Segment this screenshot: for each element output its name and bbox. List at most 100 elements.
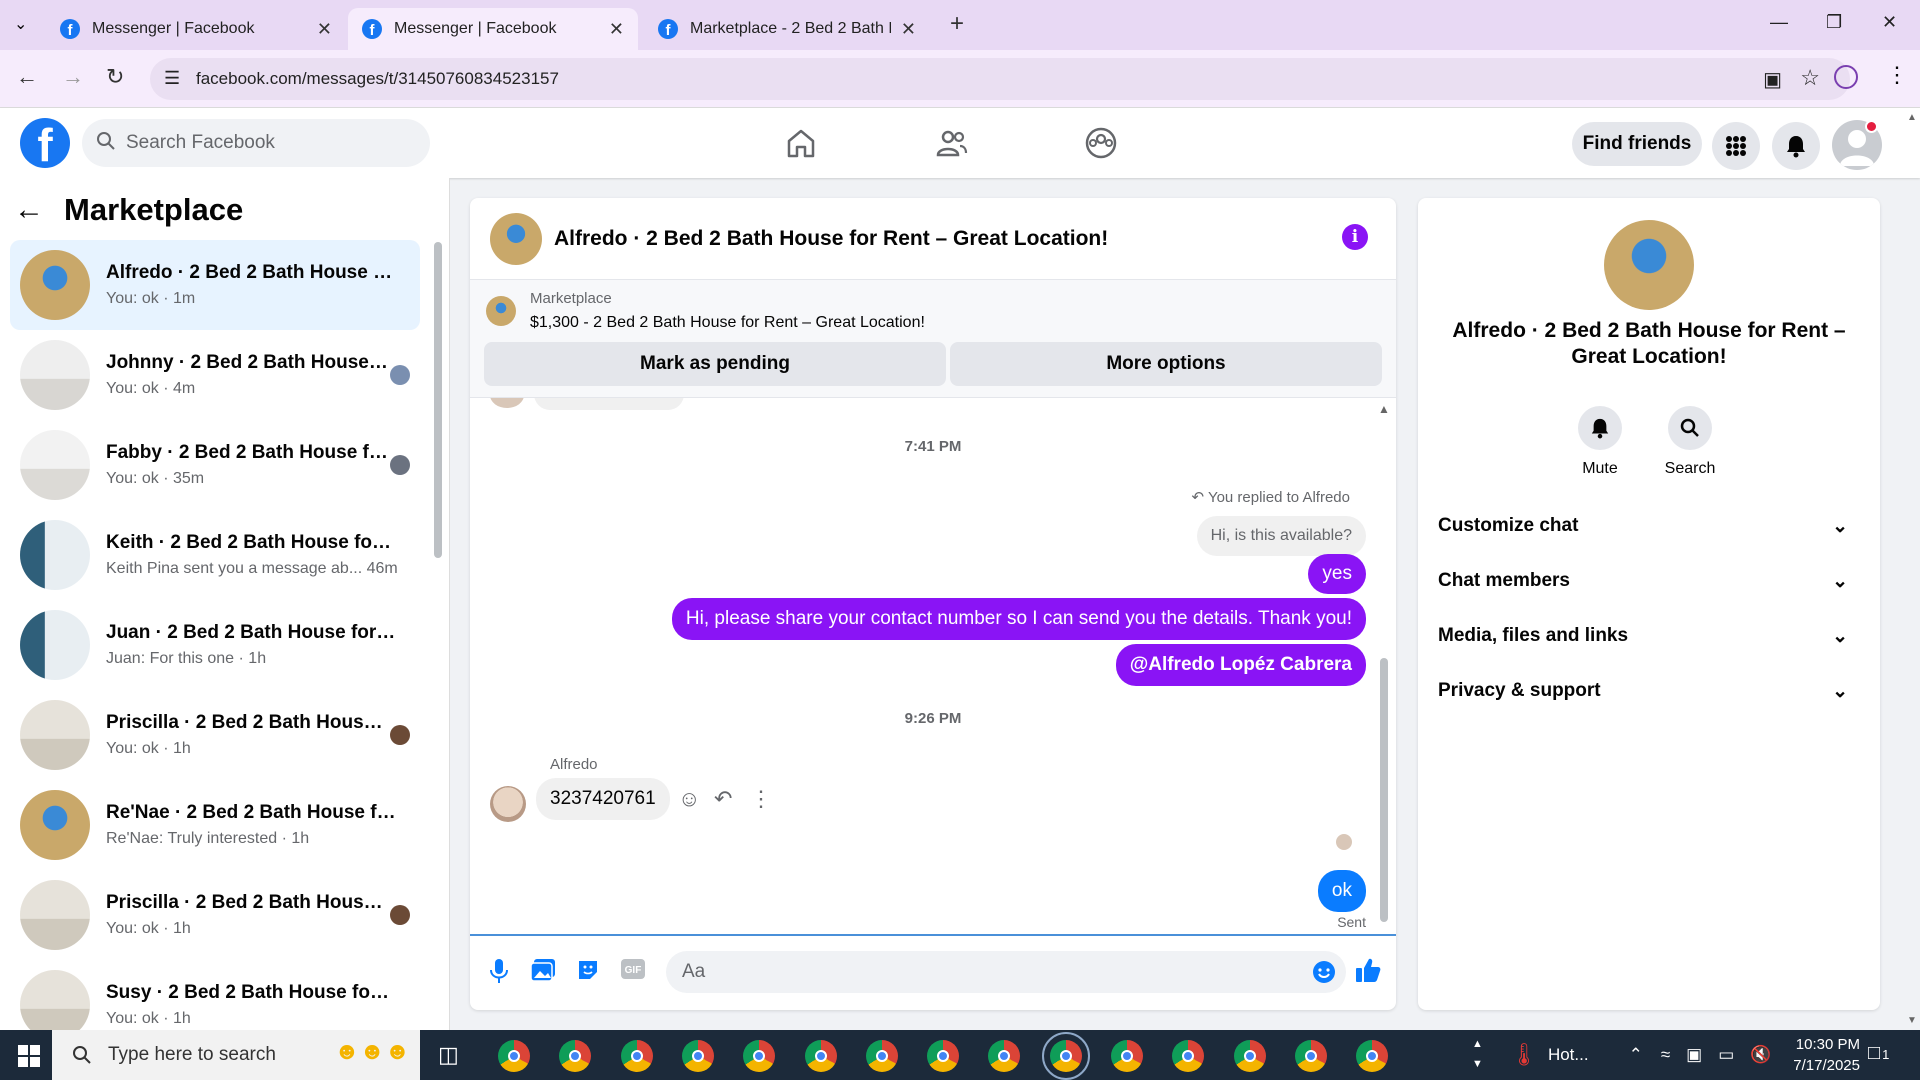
- tab-list-dropdown[interactable]: ⌄: [14, 14, 27, 34]
- privacy-support-row[interactable]: Privacy & support ⌄: [1438, 671, 1868, 711]
- reply-icon[interactable]: ↶: [714, 786, 732, 812]
- back-icon[interactable]: ←: [16, 64, 38, 90]
- more-options-button[interactable]: More options: [950, 342, 1382, 386]
- customize-chat-row[interactable]: Customize chat ⌄: [1438, 506, 1868, 546]
- chat-avatar[interactable]: [490, 212, 542, 265]
- page-scrollbar[interactable]: ▲ ▼: [1904, 108, 1920, 1030]
- profile-icon[interactable]: [1834, 65, 1858, 89]
- task-view-icon[interactable]: ◫: [438, 1042, 459, 1068]
- message-bubble-outgoing[interactable]: ok: [1317, 870, 1366, 912]
- conversation-item[interactable]: Re'Nae · 2 Bed 2 Bath House for ... Re'Na…: [10, 780, 420, 870]
- browser-tab-3[interactable]: f Marketplace - 2 Bed 2 Bath Hou ✕: [644, 8, 930, 50]
- restore-icon[interactable]: ❐: [1826, 12, 1842, 33]
- search-in-chat-button[interactable]: Search: [1650, 406, 1730, 478]
- info-icon[interactable]: i: [1342, 224, 1368, 250]
- chrome-taskbar-icon[interactable]: [1233, 1040, 1266, 1072]
- system-clock[interactable]: 10:30 PM 7/17/2025: [1760, 1034, 1860, 1076]
- composer-placeholder: Aa: [682, 961, 706, 982]
- browser-tab-1[interactable]: f Messenger | Facebook ✕: [46, 8, 346, 50]
- listing-avatar[interactable]: [1604, 220, 1694, 310]
- minimize-icon[interactable]: —: [1770, 12, 1788, 33]
- browser-tab-2[interactable]: f Messenger | Facebook ✕: [348, 8, 638, 50]
- groups-icon[interactable]: [1084, 126, 1118, 160]
- close-tab-icon[interactable]: ✕: [609, 19, 624, 40]
- thumbs-up-icon[interactable]: [1354, 956, 1382, 984]
- url-field[interactable]: ☰ facebook.com/messages/t/31450760834523…: [150, 58, 1850, 100]
- chrome-taskbar-icon[interactable]: [865, 1040, 898, 1072]
- taskbar-search-input[interactable]: Type here to search ☻☻☻: [52, 1030, 420, 1080]
- sidebar-scrollbar[interactable]: [434, 242, 442, 558]
- close-tab-icon[interactable]: ✕: [317, 19, 332, 40]
- reload-icon[interactable]: ↻: [106, 64, 124, 90]
- back-arrow-icon[interactable]: ←: [14, 193, 44, 227]
- weather-icon[interactable]: 🌡: [1510, 1042, 1538, 1068]
- gif-icon[interactable]: GIF: [620, 958, 646, 980]
- browser-menu-icon[interactable]: ⋮: [1886, 62, 1908, 88]
- tray-chevron-up-icon[interactable]: ⌃: [1629, 1045, 1643, 1065]
- chrome-taskbar-icon[interactable]: [927, 1040, 960, 1072]
- microphone-icon[interactable]: [488, 958, 510, 984]
- mute-button[interactable]: Mute: [1560, 406, 1640, 478]
- conversation-item[interactable]: Priscilla · 2 Bed 2 Bath House ... You: o…: [10, 690, 420, 780]
- close-window-icon[interactable]: ✕: [1882, 12, 1897, 33]
- chrome-taskbar-icon[interactable]: [988, 1040, 1021, 1072]
- photo-icon[interactable]: [530, 958, 556, 982]
- site-info-icon[interactable]: ☰: [164, 68, 180, 89]
- quoted-message[interactable]: Hi, is this available?: [1196, 516, 1366, 556]
- conversation-item[interactable]: Johnny · 2 Bed 2 Bath House f... You: ok …: [10, 330, 420, 420]
- chrome-taskbar-icon[interactable]: [1041, 1032, 1090, 1080]
- conversation-item[interactable]: Keith · 2 Bed 2 Bath House for R... Keith…: [10, 510, 420, 600]
- bookmark-star-icon[interactable]: ☆: [1800, 65, 1820, 91]
- close-tab-icon[interactable]: ✕: [901, 19, 916, 40]
- react-icon[interactable]: ☺: [678, 786, 700, 812]
- chat-members-row[interactable]: Chat members ⌄: [1438, 561, 1868, 601]
- mark-as-pending-button[interactable]: Mark as pending: [484, 342, 946, 386]
- forward-icon[interactable]: →: [62, 64, 84, 90]
- more-actions-icon[interactable]: ⋮: [750, 786, 772, 812]
- menu-grid-button[interactable]: [1712, 122, 1760, 170]
- weather-text[interactable]: Hot...: [1548, 1045, 1589, 1065]
- chrome-taskbar-icon[interactable]: [559, 1040, 592, 1072]
- wifi-icon[interactable]: ≈: [1661, 1045, 1670, 1065]
- conversation-item[interactable]: Fabby · 2 Bed 2 Bath House fo... You: ok …: [10, 420, 420, 510]
- home-icon[interactable]: [784, 126, 818, 160]
- conversation-item[interactable]: Juan · 2 Bed 2 Bath House for R... Juan: …: [10, 600, 420, 690]
- conversation-item[interactable]: Alfredo · 2 Bed 2 Bath House for... You: …: [10, 240, 420, 330]
- taskbar-scroll-arrows[interactable]: ▲ ▼: [1472, 1034, 1483, 1074]
- chrome-taskbar-icon[interactable]: [498, 1040, 530, 1072]
- emoji-icon[interactable]: [1312, 960, 1336, 984]
- chat-scrollbar[interactable]: [1380, 658, 1388, 922]
- message-bubble-outgoing[interactable]: Hi, please share your contact number so …: [671, 598, 1366, 640]
- chrome-taskbar-icon[interactable]: [743, 1040, 776, 1072]
- find-friends-button[interactable]: Find friends: [1572, 122, 1702, 166]
- facebook-logo[interactable]: f: [20, 118, 70, 168]
- install-app-icon[interactable]: ▣: [1763, 67, 1782, 92]
- sender-avatar[interactable]: [490, 786, 526, 822]
- facebook-search-input[interactable]: Search Facebook: [82, 119, 430, 167]
- sticker-icon[interactable]: [576, 958, 600, 982]
- conversation-item[interactable]: Priscilla · 2 Bed 2 Bath House ... You: o…: [10, 870, 420, 960]
- new-tab-button[interactable]: +: [950, 10, 964, 38]
- windows-start-icon[interactable]: [18, 1045, 40, 1067]
- message-bubble-incoming[interactable]: 3237420761: [536, 778, 670, 820]
- meet-now-icon[interactable]: ▣: [1686, 1045, 1702, 1065]
- chrome-taskbar-icon[interactable]: [1172, 1040, 1205, 1072]
- chrome-taskbar-icon[interactable]: [1294, 1040, 1327, 1072]
- notifications-center-icon[interactable]: □ 1: [1868, 1042, 1889, 1065]
- battery-icon[interactable]: ▭: [1718, 1045, 1734, 1065]
- chrome-taskbar-icon[interactable]: [620, 1040, 653, 1072]
- chrome-taskbar-icon[interactable]: [1356, 1040, 1389, 1072]
- chrome-taskbar-icon[interactable]: [804, 1040, 837, 1072]
- message-bubble-outgoing[interactable]: yes: [1308, 554, 1366, 594]
- media-files-links-row[interactable]: Media, files and links ⌄: [1438, 616, 1868, 656]
- chrome-taskbar-icon[interactable]: [681, 1040, 714, 1072]
- notifications-button[interactable]: [1772, 122, 1820, 170]
- chat-title[interactable]: Alfredo · 2 Bed 2 Bath House for Rent – …: [554, 227, 1108, 251]
- listing-description[interactable]: $1,300 - 2 Bed 2 Bath House for Rent – G…: [530, 314, 925, 332]
- scroll-up-arrow[interactable]: ▲: [1378, 402, 1390, 416]
- friends-icon[interactable]: [934, 126, 968, 160]
- chrome-taskbar-icon[interactable]: [1111, 1040, 1143, 1072]
- message-input[interactable]: Aa: [666, 951, 1346, 993]
- mention-bubble-outgoing[interactable]: @Alfredo Lopéz Cabrera: [1115, 644, 1366, 686]
- mute-label: Mute: [1582, 460, 1618, 477]
